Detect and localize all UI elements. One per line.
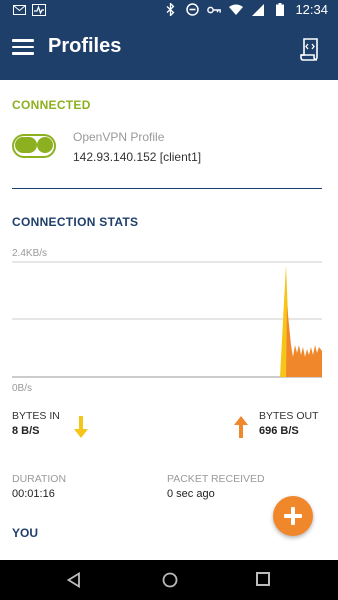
divider bbox=[12, 188, 322, 189]
you-heading: YOU bbox=[12, 526, 39, 540]
home-icon[interactable] bbox=[162, 572, 178, 588]
chart-min-label: 0B/s bbox=[12, 383, 33, 394]
bytes-out-area bbox=[286, 305, 322, 377]
bluetooth-icon bbox=[163, 3, 177, 17]
mail-icon bbox=[12, 3, 26, 17]
profile-name[interactable]: OpenVPN Profile bbox=[73, 130, 164, 144]
connection-status-label: CONNECTED bbox=[12, 98, 91, 112]
wifi-icon bbox=[229, 3, 244, 17]
vpn-connect-toggle[interactable] bbox=[12, 134, 56, 158]
chart-max-label: 2.4KB/s bbox=[12, 248, 48, 259]
connection-stats-heading: CONNECTION STATS bbox=[12, 215, 139, 229]
hamburger-menu-icon[interactable] bbox=[12, 39, 34, 61]
status-time: 12:34 bbox=[295, 2, 328, 17]
recents-icon[interactable] bbox=[256, 572, 270, 586]
packet-received-value: 0 sec ago bbox=[167, 488, 215, 500]
minus-circle-icon bbox=[185, 3, 199, 17]
add-profile-button[interactable] bbox=[273, 496, 313, 536]
back-icon[interactable] bbox=[66, 571, 82, 589]
page-title: Profiles bbox=[48, 35, 122, 57]
app-bar: Profiles bbox=[0, 20, 338, 80]
system-nav-bar bbox=[0, 560, 338, 600]
vpn-key-icon bbox=[207, 3, 222, 17]
duration-value: 00:01:16 bbox=[12, 488, 55, 500]
import-profile-icon[interactable] bbox=[300, 38, 322, 62]
bytes-in-label: BYTES IN bbox=[12, 410, 60, 422]
profile-card: CONNECTED OpenVPN Profile 142.93.140.152… bbox=[0, 80, 338, 560]
arrow-down-icon bbox=[72, 415, 90, 439]
bytes-out-value: 696 B/S bbox=[259, 425, 299, 437]
pulse-icon bbox=[32, 3, 46, 17]
arrow-up-icon bbox=[232, 415, 250, 439]
bytes-out-label: BYTES OUT bbox=[259, 410, 319, 422]
bytes-in-value: 8 B/S bbox=[12, 425, 40, 437]
profile-server[interactable]: 142.93.140.152 [client1] bbox=[73, 150, 201, 164]
status-bar: 12:34 bbox=[0, 0, 338, 20]
traffic-chart bbox=[12, 245, 322, 395]
toggle-knob bbox=[37, 137, 53, 153]
battery-icon bbox=[273, 3, 287, 17]
signal-icon bbox=[251, 3, 265, 17]
duration-label: DURATION bbox=[12, 473, 67, 485]
packet-received-label: PACKET RECEIVED bbox=[167, 473, 265, 485]
